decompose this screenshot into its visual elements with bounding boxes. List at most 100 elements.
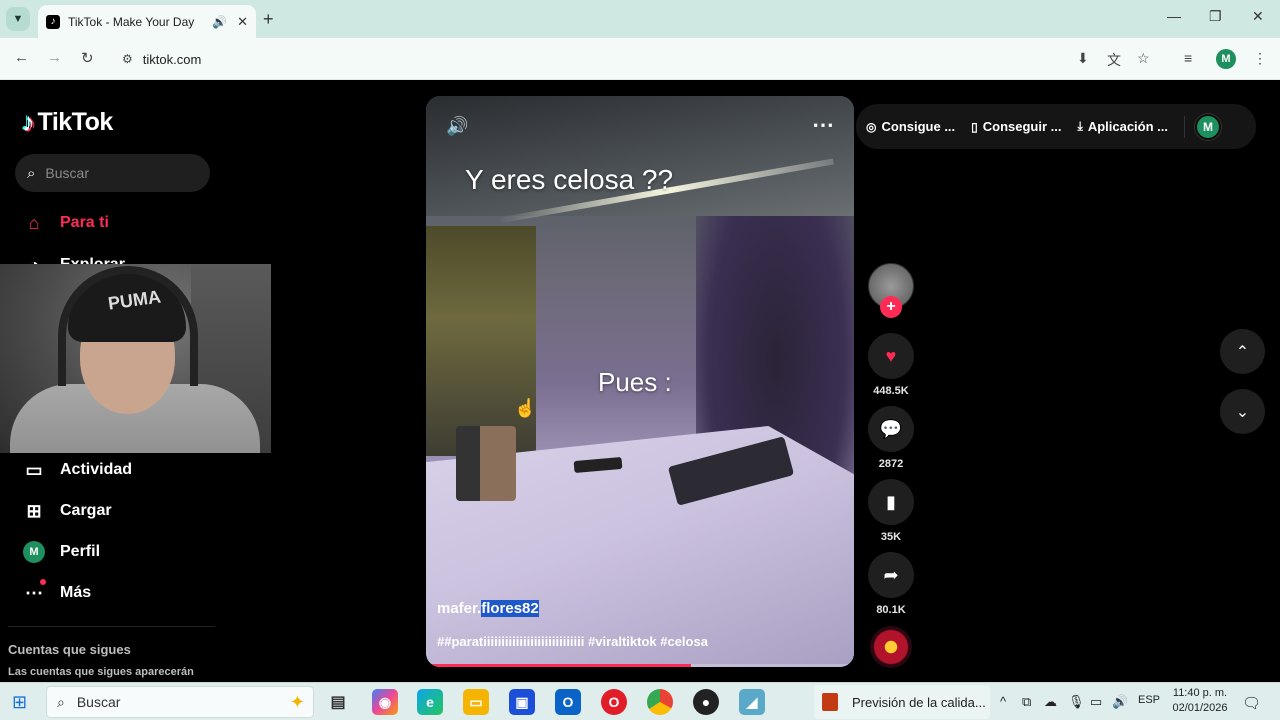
search-icon: ⌕: [57, 693, 65, 710]
music-disc-icon[interactable]: [870, 626, 912, 668]
edge-icon[interactable]: e: [417, 689, 443, 715]
media-control-icon[interactable]: ≡: [1184, 50, 1192, 66]
address-toolbar: ← → ↻ ⚙ tiktok.com ⬇ 文 ☆ ≡ ⋮: [0, 38, 1280, 80]
follow-plus-icon[interactable]: +: [880, 296, 902, 318]
tiktok-favicon-icon: ♪: [46, 14, 60, 29]
following-title: Cuentas que sigues: [8, 642, 131, 657]
translate-icon[interactable]: 文: [1107, 50, 1121, 70]
taskbar-search[interactable]: ⌕ Buscar ✦: [46, 686, 314, 718]
copilot-icon[interactable]: ◉: [372, 689, 398, 715]
microphone-icon[interactable]: 🎙: [1068, 694, 1085, 710]
outlook-icon[interactable]: O: [555, 689, 581, 715]
taskbar-search-label: Buscar: [76, 694, 121, 710]
speaker-icon[interactable]: 🔊: [212, 15, 227, 29]
notifications-icon[interactable]: 🗨: [1242, 694, 1261, 712]
windows-start-icon[interactable]: ⊞: [12, 692, 27, 713]
coins-button[interactable]: ◎ Consigue ...: [866, 119, 955, 134]
app-generic-icon[interactable]: ◢: [739, 689, 765, 715]
omnibox[interactable]: ⚙ tiktok.com: [112, 43, 1112, 75]
tiktok-page: ♪ TikTok ⌕ ⌂ Para ti ◔ Explorar ▭ Activi…: [0, 81, 1280, 682]
tab-search-dropdown[interactable]: ▼: [6, 7, 30, 31]
share-button[interactable]: ➦: [868, 552, 914, 598]
comment-icon: 💬: [879, 418, 903, 439]
comment-button[interactable]: 💬: [868, 406, 914, 452]
clock-time: 11:40 p. m.: [1172, 687, 1228, 699]
bookmark-icon: ▮: [886, 491, 896, 512]
store-icon[interactable]: ▣: [509, 689, 535, 715]
tray-app-icon[interactable]: ⧉: [1022, 694, 1031, 710]
site-info-icon[interactable]: ⚙: [122, 52, 133, 66]
more-dots-icon: ⋯: [22, 579, 46, 605]
video-author[interactable]: mafer.flores82: [437, 600, 539, 617]
profile-avatar: M: [23, 541, 45, 563]
nav-cargar[interactable]: ⊞ Cargar: [22, 499, 112, 523]
language-indicator[interactable]: ESP: [1138, 694, 1160, 706]
minimize-button[interactable]: —: [1167, 8, 1181, 24]
top-actions-bar: ◎ Consigue ... ▯ Conseguir ... ⤓ Aplicación…: [856, 104, 1256, 149]
share-count: 80.1K: [876, 604, 906, 616]
volume-icon[interactable]: 🔊: [446, 116, 468, 137]
next-video-button[interactable]: ⌄: [1220, 389, 1265, 434]
install-app-icon[interactable]: ⬇: [1077, 50, 1089, 67]
menu-kebab-icon[interactable]: ⋮: [1253, 50, 1267, 67]
coin-icon: ◎: [866, 119, 877, 134]
tab-title: TikTok - Make Your Day: [68, 14, 195, 29]
clock[interactable]: 11:40 p. m. 02/01/2026: [1164, 686, 1236, 716]
opera-icon[interactable]: O: [601, 689, 627, 715]
previous-video-button[interactable]: ⌃: [1220, 329, 1265, 374]
search-icon: ⌕: [27, 164, 36, 182]
download-app-button[interactable]: ⤓ Aplicación ...: [1078, 119, 1169, 134]
caption-top: Y eres celosa ??: [465, 164, 674, 195]
video-player[interactable]: 🔊 ⋯ Y eres celosa ?? Pues : ☝ mafer.flor…: [426, 96, 854, 667]
tiktok-logo[interactable]: ♪ TikTok: [22, 107, 113, 138]
home-icon: ⌂: [28, 212, 40, 233]
forward-button[interactable]: →: [47, 49, 62, 66]
taskbar-active-window[interactable]: Previsión de la calida...: [814, 685, 990, 719]
battery-icon[interactable]: ▭: [1090, 694, 1102, 710]
nav-label: Cargar: [60, 502, 112, 519]
user-avatar[interactable]: M: [1195, 113, 1221, 140]
tray-chevron-icon[interactable]: ^: [1000, 694, 1006, 709]
nav-perfil[interactable]: M Perfil: [22, 540, 100, 564]
nav-label: Perfil: [60, 543, 101, 560]
notification-dot: [40, 579, 46, 585]
back-button[interactable]: ←: [14, 49, 29, 66]
like-button[interactable]: ♥: [868, 333, 914, 379]
nav-label: Más: [60, 584, 92, 601]
tab-close-icon[interactable]: ✕: [237, 14, 248, 30]
get-app-button[interactable]: ▯ Conseguir ...: [971, 119, 1061, 134]
video-more-icon[interactable]: ⋯: [812, 112, 834, 138]
new-tab-button[interactable]: +: [263, 9, 274, 30]
webcam-overlay: PUMA: [0, 264, 271, 453]
file-explorer-icon[interactable]: ▭: [463, 689, 489, 715]
download-icon: ⤓: [1077, 119, 1083, 133]
like-count: 448.5K: [873, 385, 909, 397]
chrome-icon[interactable]: [647, 689, 673, 715]
following-subtitle: Las cuentas que sigues aparecerán: [8, 666, 194, 678]
app-recorder-icon[interactable]: ●: [693, 689, 719, 715]
reload-button[interactable]: ↻: [81, 49, 94, 67]
caption-middle: Pues :: [598, 367, 672, 397]
video-progress-bar[interactable]: [426, 664, 854, 667]
close-window-button[interactable]: ✕: [1252, 8, 1264, 25]
task-view-icon[interactable]: ▤: [325, 689, 351, 715]
nav-actividad[interactable]: ▭ Actividad: [22, 458, 132, 482]
comment-count: 2872: [878, 458, 904, 470]
url-text[interactable]: tiktok.com: [143, 52, 202, 67]
browser-profile-avatar[interactable]: M: [1216, 49, 1236, 69]
search-box[interactable]: ⌕: [15, 154, 210, 192]
tab-tiktok[interactable]: ♪ TikTok - Make Your Day 🔊 ✕: [38, 5, 256, 38]
save-button[interactable]: ▮: [868, 479, 914, 525]
volume-tray-icon[interactable]: 🔊: [1112, 694, 1128, 710]
video-hashtags[interactable]: ##paratiiiiiiiiiiiiiiiiiiiiiiiiiiii #vir…: [437, 634, 708, 649]
bookmark-star-icon[interactable]: ☆: [1137, 50, 1150, 67]
nav-label: Para ti: [60, 214, 109, 231]
nav-mas[interactable]: ⋯ Más: [22, 579, 92, 605]
restore-button[interactable]: ❐: [1209, 8, 1222, 25]
upload-plus-icon: ⊞: [26, 500, 42, 521]
nav-para-ti[interactable]: ⌂ Para ti: [22, 211, 109, 235]
save-count: 35K: [880, 531, 902, 543]
share-icon: ➦: [883, 564, 899, 585]
search-input[interactable]: [45, 165, 186, 181]
cloud-icon[interactable]: ☁: [1044, 694, 1057, 710]
